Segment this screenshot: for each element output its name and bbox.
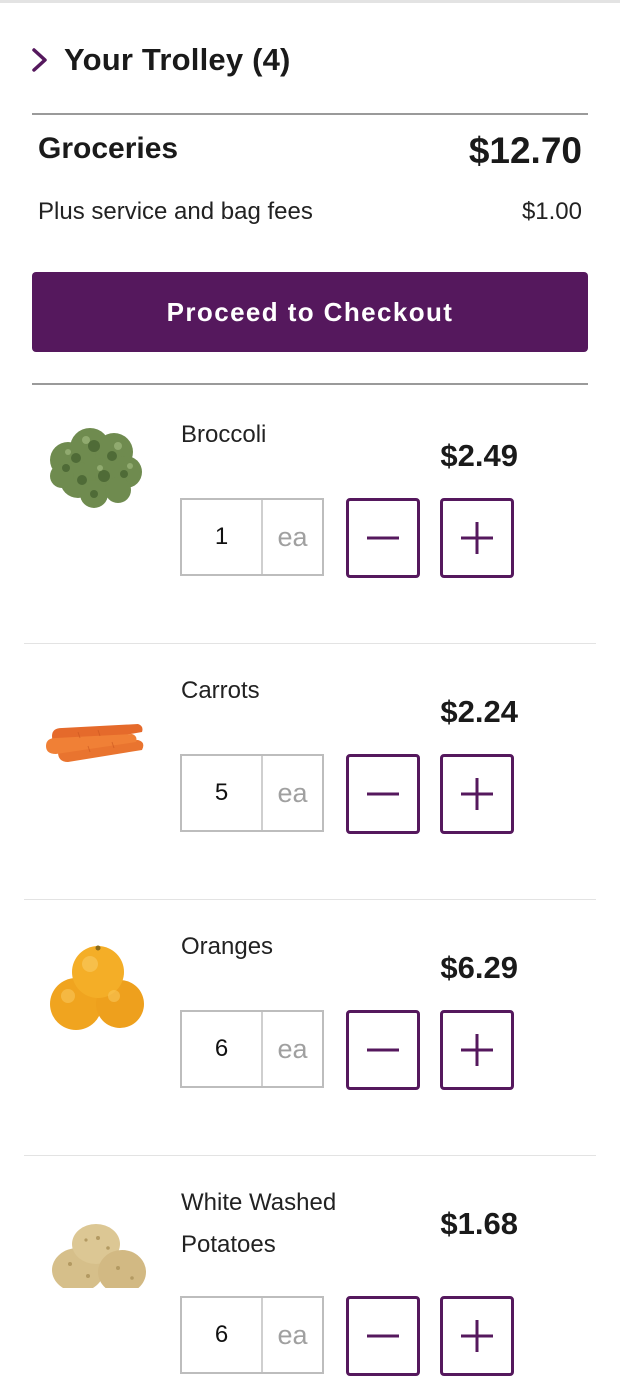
quantity-field[interactable]: 6 ea [180,1296,324,1374]
item-name: Oranges [181,933,274,960]
plus-icon [461,1034,493,1066]
minus-icon [367,792,399,796]
decrease-quantity-button[interactable] [346,498,420,578]
quantity-value[interactable]: 5 [182,756,263,830]
fees-value: $1.00 [521,198,582,225]
header-divider [32,113,588,115]
quantity-unit: ea [277,777,308,808]
plus-icon [461,1320,493,1352]
carrots-image [46,724,144,762]
increase-quantity-button[interactable] [440,754,514,834]
summary-divider [32,383,588,385]
increase-quantity-button[interactable] [440,498,514,578]
quantity-value[interactable]: 6 [182,1012,263,1086]
item-name: White Washed Potatoes [181,1189,337,1258]
item-name: Broccoli [181,421,267,448]
trolley-page: Your Trolley (4) Groceries $12.70 Plus s… [0,0,620,1398]
fees-label: Plus service and bag fees [38,198,313,225]
quantity-field[interactable]: 5 ea [180,754,324,832]
quantity-field[interactable]: 6 ea [180,1010,324,1088]
item-name: Carrots [181,677,260,704]
quantity-value[interactable]: 1 [182,500,263,574]
broccoli-image [50,428,142,508]
item-divider [24,1155,596,1156]
groceries-label: Groceries [38,132,179,165]
quantity-field[interactable]: 1 ea [180,498,324,576]
increase-quantity-button[interactable] [440,1010,514,1090]
potatoes-image [52,1224,146,1288]
top-border [0,0,620,3]
oranges-image [50,945,144,1030]
proceed-to-checkout-button[interactable]: Proceed to Checkout [32,272,588,352]
quantity-unit: ea [277,521,308,552]
quantity-value[interactable]: 6 [182,1298,263,1372]
decrease-quantity-button[interactable] [346,1010,420,1090]
groceries-total: $12.70 [468,130,582,171]
quantity-unit: ea [277,1319,308,1350]
item-price: $2.24 [440,694,518,729]
plus-icon [461,522,493,554]
item-price: $6.29 [440,950,518,985]
decrease-quantity-button[interactable] [346,1296,420,1376]
trolley-item: Broccoli $2.49 1 ea [0,390,620,646]
plus-icon [461,778,493,810]
chevron-right-icon [32,48,47,72]
item-divider [24,899,596,900]
trolley-item: Carrots $2.24 5 ea [0,646,620,902]
trolley-item: White Washed Potatoes $1.68 6 ea [0,1158,620,1398]
trolley-header-toggle[interactable]: Your Trolley (4) [30,40,291,80]
item-divider [24,643,596,644]
trolley-title: Your Trolley (4) [64,42,291,77]
minus-icon [367,1048,399,1052]
item-price: $1.68 [440,1206,518,1241]
minus-icon [367,1334,399,1338]
quantity-unit: ea [277,1033,308,1064]
minus-icon [367,536,399,540]
trolley-item: Oranges $6.29 6 ea [0,902,620,1158]
decrease-quantity-button[interactable] [346,754,420,834]
increase-quantity-button[interactable] [440,1296,514,1376]
item-price: $2.49 [440,438,518,473]
